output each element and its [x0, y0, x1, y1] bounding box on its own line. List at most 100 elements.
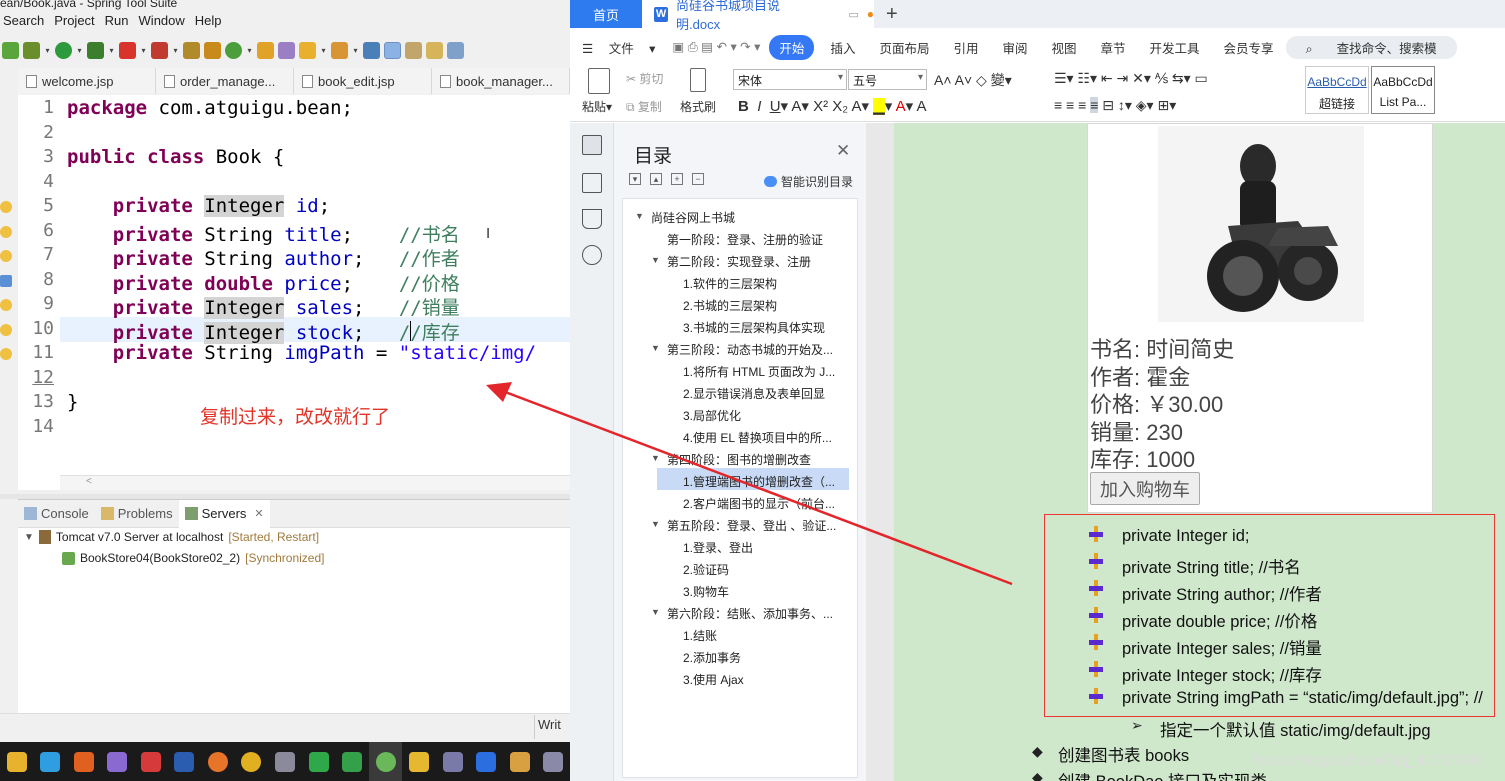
style-hyperlink[interactable]: AaBbCcDd 超链接	[1305, 66, 1369, 114]
taskbar-app[interactable]	[469, 742, 503, 781]
document-page[interactable]: 书名: 时间简史 作者: 霍金 价格: ￥30.00 销量: 230 库存: 1…	[894, 123, 1505, 781]
chevron-down-icon[interactable]: ▼	[651, 343, 660, 353]
toc-item[interactable]: 第一阶段：登录、注册的验证	[667, 231, 823, 248]
search-icon[interactable]	[582, 245, 602, 265]
class-icon[interactable]	[204, 41, 221, 59]
toc-item[interactable]: 1.结账	[683, 627, 717, 644]
tab-references[interactable]: 引用	[941, 38, 990, 57]
toc-item[interactable]: 3.书城的三层架构具体实现	[683, 319, 825, 336]
tab-servers[interactable]: Servers ✕	[178, 499, 270, 528]
toc-item[interactable]: 第三阶段：动态书城的开始及...	[667, 341, 843, 358]
window-icon[interactable]: ▭	[848, 8, 858, 21]
refresh-icon[interactable]	[2, 41, 19, 59]
tab-home[interactable]: 首页	[570, 0, 642, 28]
chevron-down-icon[interactable]: ▾	[108, 46, 115, 55]
search-box[interactable]: ⌕ 查找命令、搜索模	[1285, 35, 1457, 59]
chevron-down-icon[interactable]: ▼	[651, 453, 660, 463]
toc-item[interactable]: 3.使用 Ajax	[683, 671, 744, 688]
taskbar-app[interactable]	[34, 742, 68, 781]
toc-item[interactable]: 2.显示错误消息及表单回显	[683, 385, 825, 402]
style-list-paragraph[interactable]: AaBbCcDd List Pa...	[1371, 66, 1435, 114]
toc-item[interactable]: 2.客户端图书的显示（前台...	[683, 495, 843, 512]
tab-document[interactable]: W 尚硅谷书城项目说明.docx ▭ ●	[642, 0, 874, 32]
taskbar-app[interactable]	[134, 742, 168, 781]
toggle-icon[interactable]	[405, 41, 422, 59]
debug-icon[interactable]	[23, 41, 40, 59]
paste-icon[interactable]	[588, 68, 610, 94]
expand-up-icon[interactable]: ▴	[650, 173, 662, 185]
chevron-down-icon[interactable]: ▾	[44, 46, 51, 55]
warning-marker-icon[interactable]	[0, 324, 12, 336]
smart-toc-button[interactable]: 智能识别目录	[764, 173, 853, 190]
toc-item[interactable]: 3.局部优化	[683, 407, 741, 424]
font-size-select[interactable]: 五号	[848, 69, 927, 90]
toc-item[interactable]: 1.软件的三层架构	[683, 275, 777, 292]
menu-file[interactable]: ☰ 文件 ▾	[570, 38, 667, 57]
toc-item[interactable]: 1.登录、登出	[683, 539, 753, 556]
toc-item[interactable]: 1.将所有 HTML 页面改为 J...	[683, 363, 843, 380]
taskbar-app[interactable]	[503, 742, 537, 781]
taskbar-app[interactable]	[537, 742, 571, 781]
run-icon[interactable]	[55, 41, 72, 59]
chevron-down-icon[interactable]: ▾	[352, 46, 359, 55]
tab-order-manager[interactable]: order_manage...	[156, 68, 294, 94]
menu-search[interactable]: Search	[0, 13, 50, 33]
task-icon[interactable]	[331, 41, 348, 59]
module-row[interactable]: BookStore04(BookStore02_2) [Synchronized…	[62, 551, 325, 565]
add-to-cart-button[interactable]: 加入购物车	[1090, 472, 1200, 505]
server-row[interactable]: ▼ Tomcat v7.0 Server at localhost [Start…	[24, 530, 319, 544]
taskbar-app[interactable]	[368, 742, 403, 781]
toc-item[interactable]: 第五阶段：登录、登出 、验证...	[667, 517, 843, 534]
warning-marker-icon[interactable]	[0, 299, 12, 311]
bookmark-icon[interactable]	[582, 209, 602, 229]
chevron-down-icon[interactable]: ▼	[651, 607, 660, 617]
code-editor[interactable]: 1 2 3 4 5 6 7 8 9 10 11 12 13 14 package…	[0, 95, 570, 490]
taskbar-app[interactable]	[0, 742, 34, 781]
open-folder-icon[interactable]	[257, 41, 274, 59]
warning-marker-icon[interactable]	[0, 201, 12, 213]
add-heading-icon[interactable]: +	[671, 173, 683, 185]
warning-marker-icon[interactable]	[0, 226, 12, 238]
chevron-down-icon[interactable]: ▼	[24, 532, 34, 543]
tab-developer[interactable]: 开发工具	[1138, 38, 1212, 57]
tab-welcome-jsp[interactable]: welcome.jsp	[18, 68, 156, 94]
paste-button[interactable]: 粘贴▾	[582, 98, 612, 115]
sections-icon[interactable]	[582, 173, 602, 193]
nav-icon[interactable]	[426, 41, 443, 59]
close-icon[interactable]: ✕	[836, 141, 850, 161]
taskbar-app[interactable]	[402, 742, 436, 781]
new-icon[interactable]	[225, 41, 242, 59]
tab-review[interactable]: 审阅	[990, 38, 1039, 57]
toc-item[interactable]: 3.购物车	[683, 583, 729, 600]
chevron-down-icon[interactable]: ▼	[651, 255, 660, 265]
chevron-down-icon[interactable]: ▼	[635, 211, 644, 221]
horizontal-scrollbar[interactable]: <	[60, 475, 570, 490]
tab-start[interactable]: 开始	[769, 34, 815, 60]
menu-project[interactable]: Project	[50, 13, 100, 33]
collapse-all-icon[interactable]: ▾	[629, 173, 641, 185]
font-style-tools[interactable]: B I U▾ A▾ X² X₂ A▾ ▁▾ A▾ A	[738, 97, 926, 115]
warning-marker-icon[interactable]	[0, 348, 12, 360]
font-family-select[interactable]: 宋体	[733, 69, 847, 90]
toc-item[interactable]: 2.验证码	[683, 561, 729, 578]
menu-help[interactable]: Help	[191, 13, 228, 33]
open-type-icon[interactable]	[278, 41, 295, 59]
chevron-down-icon[interactable]: ▾	[76, 46, 83, 55]
chevron-down-icon[interactable]: ▼	[651, 519, 660, 529]
taskbar-app[interactable]	[67, 742, 101, 781]
taskbar-app[interactable]	[268, 742, 302, 781]
toc-item[interactable]: 2.添加事务	[683, 649, 741, 666]
toc-item[interactable]: 2.书城的三层架构	[683, 297, 777, 314]
format-painter-icon[interactable]	[690, 68, 706, 92]
taskbar-app[interactable]	[235, 742, 269, 781]
new-tab-button[interactable]: +	[886, 3, 898, 26]
sash[interactable]	[0, 494, 570, 499]
chevron-down-icon[interactable]: ▾	[320, 46, 327, 55]
taskbar-app[interactable]	[335, 742, 369, 781]
taskbar-app[interactable]	[101, 742, 135, 781]
cut-button[interactable]: ✂ 剪切	[626, 70, 663, 87]
chevron-down-icon[interactable]: ▾	[172, 46, 179, 55]
format-painter-button[interactable]: 格式刷	[680, 98, 716, 115]
toc-item[interactable]: 第四阶段：图书的增删改查	[667, 451, 811, 468]
misc-icon[interactable]	[447, 41, 464, 59]
